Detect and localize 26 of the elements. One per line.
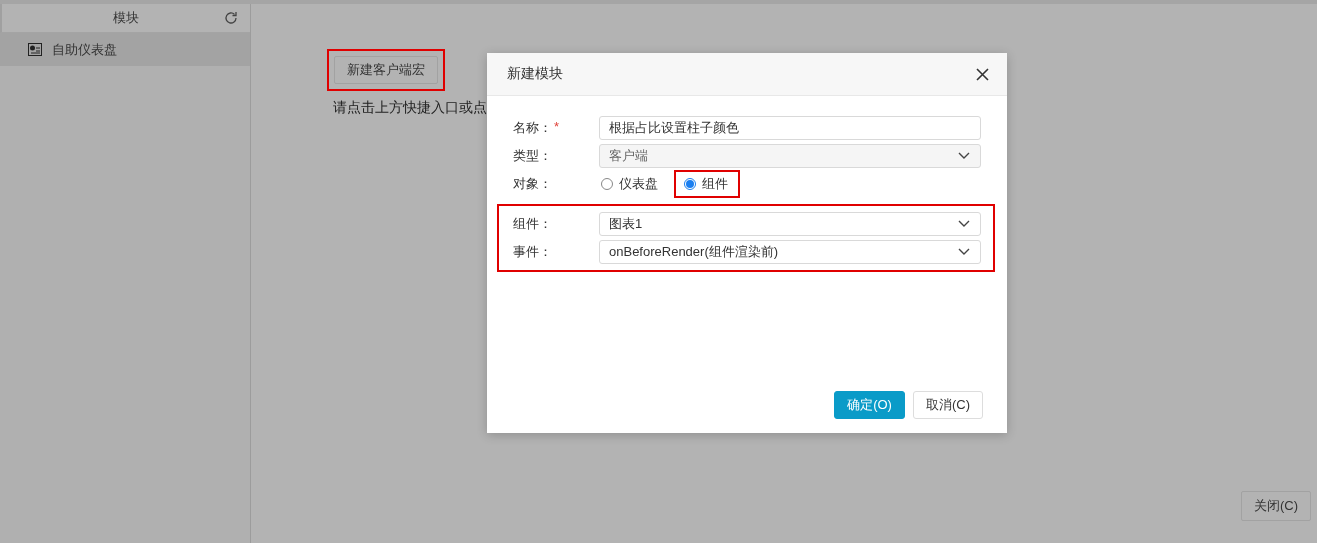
dropdown-field[interactable]: onBeforeRender(组件渲染前): [599, 240, 981, 264]
refresh-icon[interactable]: [224, 11, 238, 25]
field-label: 名称：: [513, 119, 552, 137]
chevron-down-icon: [958, 220, 970, 228]
dashboard-icon: [28, 43, 42, 56]
dropdown-field[interactable]: 图表1: [599, 212, 981, 236]
confirm-button[interactable]: 确定(O): [834, 391, 905, 419]
new-macro-button[interactable]: 新建客户端宏: [334, 56, 438, 84]
chevron-down-icon: [958, 152, 970, 160]
radio-label: 组件: [702, 175, 728, 193]
hint-text: 请点击上方快捷入口或点: [333, 99, 488, 117]
field-label: 类型：: [513, 147, 552, 165]
panel-title: 模块: [113, 9, 139, 27]
field-label: 对象：: [513, 175, 552, 193]
radio-button[interactable]: [684, 178, 696, 190]
sidebar-item[interactable]: 自助仪表盘: [0, 33, 250, 66]
close-icon[interactable]: [976, 67, 989, 81]
dialog-title: 新建模块: [507, 65, 563, 83]
name-field[interactable]: 根据占比设置柱子颜色: [599, 116, 981, 140]
field-label: 组件：: [513, 215, 552, 233]
chevron-down-icon: [958, 248, 970, 256]
cancel-button[interactable]: 取消(C): [912, 391, 983, 419]
radio-label: 仪表盘: [619, 175, 658, 193]
required-mark: *: [554, 119, 560, 136]
close-button[interactable]: 关闭(C): [1240, 491, 1311, 521]
field-label: 事件：: [513, 243, 552, 261]
